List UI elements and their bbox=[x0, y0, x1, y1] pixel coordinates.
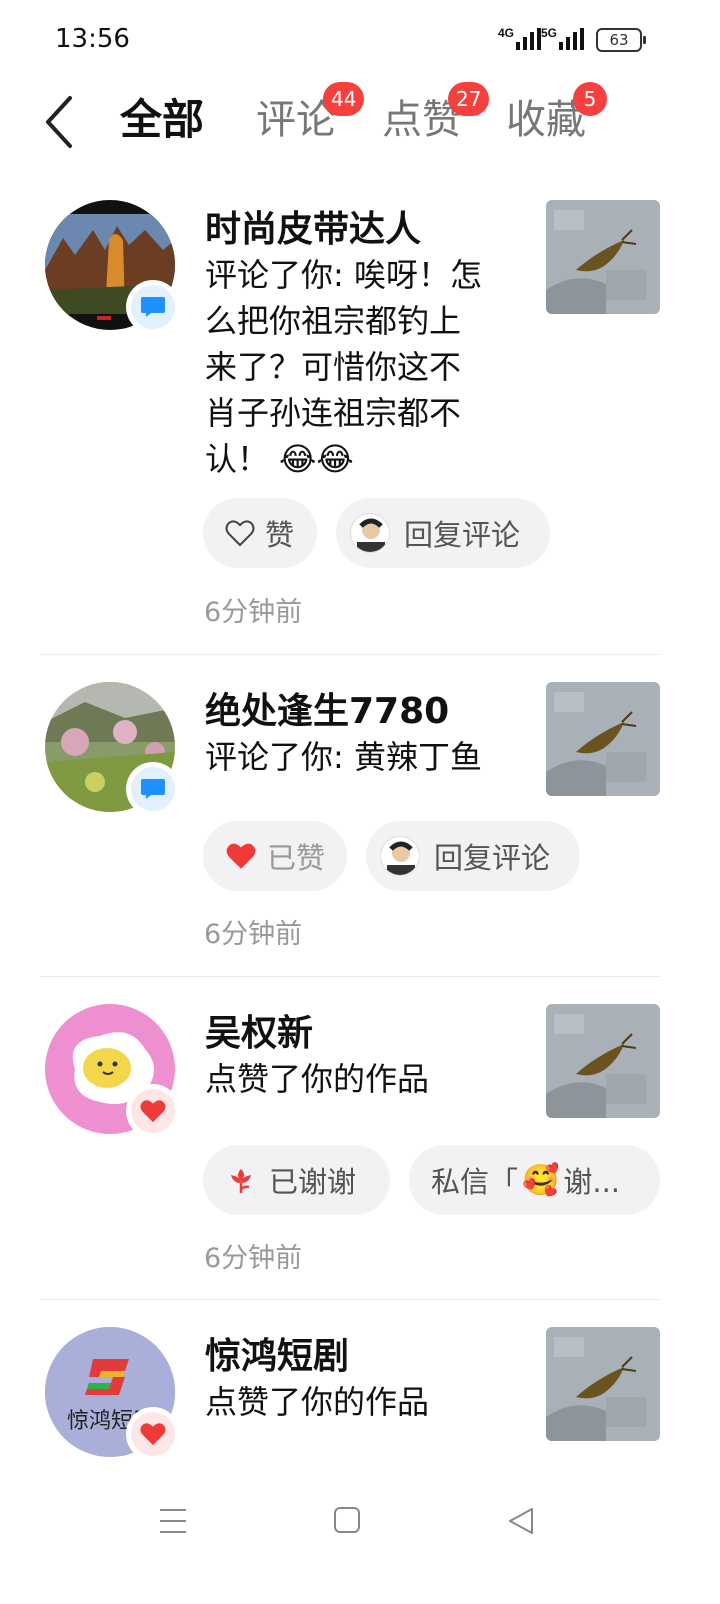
activity-line: 点赞了你的作品 bbox=[205, 1383, 430, 1421]
timestamp: 6分钟前 bbox=[204, 597, 303, 628]
status-bar: 13:56 4G 5G 63 bbox=[0, 0, 720, 80]
reply-comment-button[interactable]: 回复评论 bbox=[366, 821, 580, 891]
comment-icon bbox=[141, 297, 165, 317]
user-name[interactable]: 时尚皮带达人 bbox=[205, 204, 421, 256]
heart-filled-icon bbox=[226, 843, 256, 869]
message-label-prefix: 私信「 bbox=[431, 1165, 519, 1199]
divider bbox=[40, 1299, 660, 1300]
comment-text: 评论了你: 唉呀！怎 么把你祖宗都钓上 来了？可惜你这不 肖子孙连祖宗都不 认！… bbox=[205, 252, 520, 482]
divider bbox=[40, 654, 660, 655]
timestamp: 6分钟前 bbox=[204, 1243, 303, 1274]
likes-count-badge: 27 bbox=[448, 82, 490, 116]
comment-type-badge bbox=[126, 280, 180, 334]
hugging-emoji-icon: 🥰 bbox=[522, 1162, 560, 1198]
comment-icon bbox=[141, 779, 165, 799]
liked-label: 已赞 bbox=[267, 841, 326, 875]
tab-all[interactable]: 全部 bbox=[120, 90, 204, 150]
like-button[interactable]: 赞 bbox=[203, 498, 317, 568]
comment-line: 肖子孙连祖宗都不 bbox=[205, 394, 462, 432]
heart-outline-icon bbox=[225, 520, 255, 547]
like-label: 赞 bbox=[265, 518, 295, 552]
post-thumbnail[interactable] bbox=[546, 200, 660, 314]
back-arrow-icon bbox=[46, 96, 72, 148]
home-icon[interactable] bbox=[333, 1506, 361, 1534]
comment-line: 评论了你: 唉呀！怎 bbox=[205, 256, 482, 294]
reply-label: 回复评论 bbox=[434, 841, 551, 875]
comment-line: 认！ 😂😂 bbox=[205, 436, 520, 482]
heart-icon bbox=[140, 1423, 166, 1446]
reply-label: 回复评论 bbox=[404, 518, 521, 552]
back-button[interactable] bbox=[40, 90, 80, 150]
system-navigation-bar bbox=[0, 1470, 720, 1604]
laughing-emoji: 😂😂 bbox=[279, 440, 354, 478]
like-type-badge bbox=[126, 1407, 180, 1461]
flower-icon bbox=[231, 1169, 251, 1193]
comment-line: 么把你祖宗都钓上 bbox=[205, 302, 462, 340]
fish-thumbnail-image bbox=[546, 1004, 660, 1118]
battery-icon: 63 bbox=[596, 28, 646, 52]
back-icon[interactable] bbox=[506, 1506, 536, 1536]
activity-line: 点赞了你的作品 bbox=[205, 1060, 430, 1098]
activity-text: 点赞了你的作品 bbox=[205, 1379, 520, 1425]
fish-thumbnail-image bbox=[546, 1327, 660, 1441]
network-type-label: 5G bbox=[541, 26, 558, 40]
my-avatar-icon bbox=[380, 836, 420, 876]
divider bbox=[40, 976, 660, 977]
menu-icon[interactable] bbox=[158, 1506, 188, 1536]
thanks-label: 已谢谢 bbox=[269, 1165, 357, 1199]
fish-thumbnail-image bbox=[546, 200, 660, 314]
comment-text: 评论了你: 黄辣丁鱼 bbox=[205, 734, 520, 780]
fish-thumbnail-image bbox=[546, 682, 660, 796]
user-name[interactable]: 惊鸿短剧 bbox=[205, 1331, 349, 1383]
liked-button[interactable]: 已赞 bbox=[203, 821, 347, 891]
comment-line: 来了？可惜你这不 bbox=[205, 348, 462, 386]
user-name[interactable]: 吴权新 bbox=[205, 1008, 313, 1060]
status-time: 13:56 bbox=[55, 24, 130, 54]
like-type-badge bbox=[126, 1084, 180, 1138]
user-name[interactable]: 绝处逢生7780 bbox=[205, 686, 449, 738]
comment-line-text: 认！ bbox=[205, 440, 270, 478]
notification-tabs-header: 全部 评论 44 点赞 27 收藏 5 bbox=[0, 80, 720, 160]
heart-icon bbox=[140, 1100, 166, 1123]
my-avatar-icon bbox=[350, 513, 390, 553]
comment-type-badge bbox=[126, 762, 180, 816]
activity-text: 点赞了你的作品 bbox=[205, 1056, 520, 1102]
favorites-count-badge: 5 bbox=[573, 82, 607, 116]
comment-line: 评论了你: 黄辣丁鱼 bbox=[205, 738, 482, 776]
send-message-button[interactable]: 私信「 🥰 谢... bbox=[409, 1145, 660, 1215]
message-label-suffix: 谢... bbox=[563, 1165, 621, 1199]
post-thumbnail[interactable] bbox=[546, 682, 660, 796]
timestamp: 6分钟前 bbox=[204, 919, 303, 950]
comments-count-badge: 44 bbox=[323, 82, 365, 116]
thanks-button[interactable]: 已谢谢 bbox=[203, 1145, 390, 1215]
post-thumbnail[interactable] bbox=[546, 1004, 660, 1118]
reply-comment-button[interactable]: 回复评论 bbox=[336, 498, 550, 568]
network-type-label: 4G bbox=[498, 26, 515, 40]
post-thumbnail[interactable] bbox=[546, 1327, 660, 1441]
battery-level: 63 bbox=[609, 31, 629, 49]
